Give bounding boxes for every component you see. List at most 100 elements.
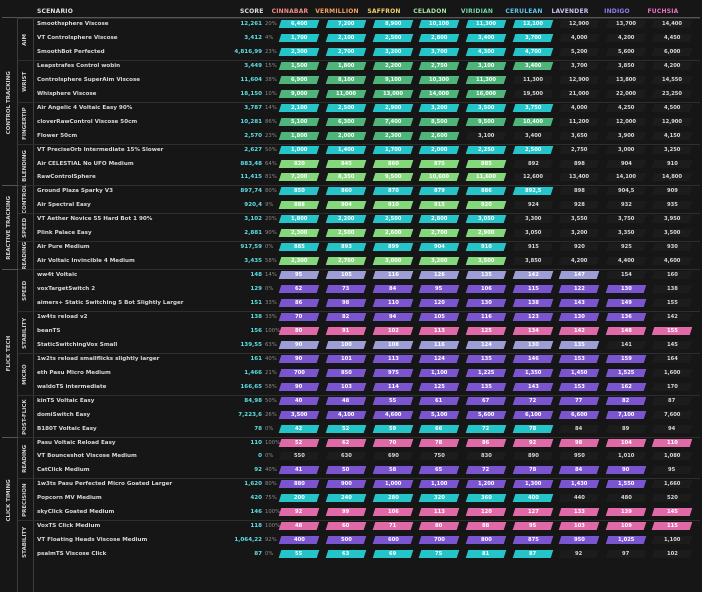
- rank-threshold-cell: 690: [372, 452, 414, 461]
- rank-threshold-value: 850: [293, 188, 305, 195]
- rank-threshold-value: 1,660: [663, 481, 681, 488]
- scenario-name[interactable]: Air Pure Medium: [37, 244, 232, 250]
- scenario-name[interactable]: Smoothsphere Viscose: [37, 21, 232, 27]
- rank-threshold-cell: 2,300: [278, 47, 320, 56]
- rank-threshold-cell: 3,500: [465, 257, 507, 266]
- scenario-name[interactable]: 1w3ts Pasu Perfected Micro Goated Larger: [37, 481, 232, 487]
- scenario-name[interactable]: VT PreciseOrb Intermediate 15% Slower: [37, 147, 232, 153]
- score-value: 148: [250, 272, 262, 279]
- rank-header: INDIGO: [604, 8, 630, 15]
- rank-threshold-value: 899: [387, 244, 399, 251]
- scenario-name[interactable]: cloverRawControl Viscose 50cm: [37, 119, 232, 125]
- rank-threshold-cell: 124: [465, 340, 507, 349]
- scenario-name[interactable]: 1w2ts reload smallflicks slightly larger: [37, 356, 232, 362]
- scenario-name[interactable]: Popcorn MV Medium: [37, 495, 232, 501]
- scenario-name[interactable]: VT Aether Novice 55 Hard Bot 1 90%: [37, 216, 232, 222]
- scenario-name[interactable]: Flower 50cm: [37, 133, 232, 139]
- scenario-name[interactable]: Air Spectral Easy: [37, 202, 232, 208]
- rank-threshold-cell: 103: [558, 522, 600, 531]
- rank-threshold-cell: 1,450: [558, 368, 600, 377]
- scenario-name[interactable]: ww4t Voltaic: [37, 272, 232, 278]
- scenario-name[interactable]: RawControlSphere: [37, 174, 232, 180]
- scenario-name[interactable]: voxTargetSwitch 2: [37, 286, 232, 292]
- rank-header: LAVENDER: [551, 8, 589, 15]
- rank-threshold-cell: 10,400: [512, 117, 554, 126]
- rank-threshold-cell: 700: [278, 368, 320, 377]
- scenario-name[interactable]: CatClick Medium: [37, 467, 232, 473]
- rank-threshold-value: 14,000: [428, 90, 450, 97]
- rank-threshold-cell: 2,700: [325, 257, 367, 266]
- rank-threshold-cell: 2,600: [372, 229, 414, 238]
- scenario-name[interactable]: Air Angelic 4 Voltaic Easy 90%: [37, 105, 232, 111]
- rank-threshold-value: 147: [573, 272, 585, 279]
- scenario-name[interactable]: beanTS: [37, 328, 232, 334]
- scenario-name[interactable]: Air CELESTIAL No UFO Medium: [37, 161, 232, 167]
- rank-threshold-cell: 500: [325, 536, 367, 545]
- rank-threshold-value: 12,600: [522, 174, 544, 181]
- scenario-name[interactable]: VT Controlsphere Viscose: [37, 35, 232, 41]
- rank-threshold-cell: 22,000: [605, 89, 647, 98]
- scenario-name[interactable]: 1w4ts reload v2: [37, 314, 232, 320]
- rank-threshold-cell: 23,250: [651, 89, 693, 98]
- rank-threshold-cell: 3,200: [372, 47, 414, 56]
- rank-threshold-value: 750: [433, 453, 445, 460]
- scenario-name[interactable]: Ground Plaza Sparky V3: [37, 188, 232, 194]
- rank-threshold-cell: 4,450: [651, 33, 693, 42]
- rank-threshold-value: 2,100: [337, 34, 355, 41]
- category-divider: [17, 17, 18, 592]
- scenario-name[interactable]: skyClick Goated Medium: [37, 509, 232, 515]
- score-value: 18,150: [240, 90, 262, 97]
- rank-threshold-cell: 11,000: [325, 89, 367, 98]
- score-value: 420: [250, 495, 262, 502]
- scenario-name[interactable]: Whisphere Viscose: [37, 91, 232, 97]
- scenario-name[interactable]: eth Pasu Micro Medium: [37, 370, 232, 376]
- rank-threshold-value: 11,300: [522, 76, 544, 83]
- rank-threshold-value: 6,100: [524, 411, 542, 418]
- rank-threshold-cell: 13,700: [605, 20, 647, 28]
- rank-threshold-value: 690: [387, 453, 399, 460]
- scenario-name[interactable]: VT Bounceshot Viscose Medium: [37, 453, 232, 459]
- rank-threshold-value: 2,800: [430, 34, 448, 41]
- scenario-name[interactable]: SmoothBot Perfected: [37, 49, 232, 55]
- rank-threshold-cell: 875: [418, 159, 460, 168]
- rank-threshold-cell: 84: [372, 285, 414, 294]
- rank-threshold-cell: 3,200: [418, 103, 460, 112]
- percent-value: 0%: [265, 551, 274, 558]
- scenario-name[interactable]: psalmTS Viscose Click: [37, 551, 232, 557]
- rank-threshold-cell: 113: [372, 354, 414, 363]
- scenario-name[interactable]: VT Floating Heads Viscose Medium: [37, 537, 232, 543]
- rank-threshold-cell: 3,050: [512, 229, 554, 238]
- rank-threshold-value: 6,900: [290, 76, 308, 83]
- scenario-name[interactable]: Controlsphere SuperAim Viscose: [37, 77, 232, 83]
- scenario-name[interactable]: StaticSwitchingVox Small: [37, 342, 232, 348]
- rank-threshold-cell: 904: [605, 159, 647, 168]
- scenario-name[interactable]: Pasu Voltaic Reload Easy: [37, 440, 232, 446]
- rank-threshold-cell: 13,800: [605, 75, 647, 84]
- scenario-name[interactable]: B180T Voltaic Easy: [37, 426, 232, 432]
- scenario-name[interactable]: waldoTS intermediate: [37, 384, 232, 390]
- rank-threshold-cell: 94: [651, 424, 693, 433]
- rank-threshold-cell: 1,225: [465, 368, 507, 377]
- rank-threshold-cell: 78: [418, 438, 460, 447]
- rank-threshold-cell: 62: [325, 438, 367, 447]
- scenario-name[interactable]: domiSwitch Easy: [37, 412, 232, 418]
- scenario-name[interactable]: Leapstrafes Control wobin: [37, 63, 232, 69]
- rank-threshold-cell: 550: [278, 452, 320, 461]
- rank-threshold-cell: 12,900: [651, 117, 693, 126]
- scenario-name[interactable]: aimers+ Static Switching 5 Bot Slightly …: [37, 300, 232, 306]
- scenario-name[interactable]: kinTS Voltaic Easy: [37, 398, 232, 404]
- rank-threshold-value: 924: [527, 202, 539, 209]
- score-value: 1,620: [244, 481, 262, 488]
- rank-threshold-value: 103: [340, 383, 352, 390]
- rank-threshold-cell: 2,500: [372, 33, 414, 42]
- scenario-name[interactable]: VoxTS Click Medium: [37, 523, 232, 529]
- rank-threshold-cell: 7,600: [651, 410, 693, 419]
- rank-threshold-value: 2,300: [384, 132, 402, 139]
- rank-threshold-value: 143: [573, 300, 585, 306]
- rank-threshold-value: 2,700: [337, 48, 355, 55]
- rank-threshold-cell: 89: [605, 424, 647, 433]
- rank-threshold-cell: 904: [418, 243, 460, 252]
- scenario-name[interactable]: Air Voltaic Invincible 4 Medium: [37, 258, 232, 264]
- scenario-name[interactable]: Plink Palace Easy: [37, 230, 232, 236]
- rank-threshold-value: 142: [527, 272, 539, 279]
